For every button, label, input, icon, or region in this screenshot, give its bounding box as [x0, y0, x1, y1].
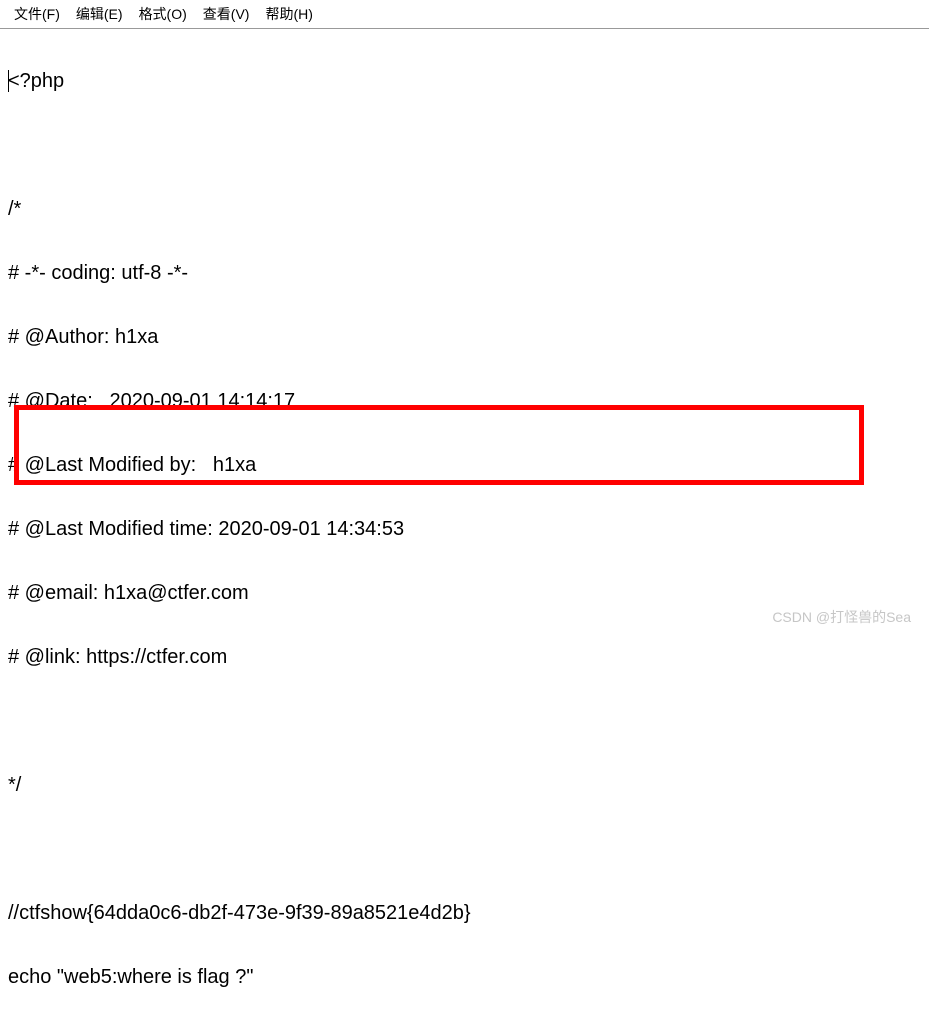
watermark-text: CSDN @打怪兽的Sea: [772, 607, 911, 627]
code-line: # @link: https://ctfer.com: [8, 641, 921, 673]
code-line: # @Author: h1xa: [8, 321, 921, 353]
code-line: # -*- coding: utf-8 -*-: [8, 257, 921, 289]
code-line: [8, 129, 921, 161]
code-text: <?php: [8, 70, 64, 92]
code-line: /*: [8, 193, 921, 225]
code-line: # @email: h1xa@ctfer.com: [8, 577, 921, 609]
code-line: echo "web5:where is flag ?": [8, 961, 921, 993]
code-line: [8, 705, 921, 737]
menu-file[interactable]: 文件(F): [8, 2, 66, 26]
code-line: */: [8, 769, 921, 801]
code-line: <?php: [8, 65, 921, 97]
menu-view[interactable]: 查看(V): [197, 2, 256, 26]
code-line: [8, 833, 921, 865]
menu-help[interactable]: 帮助(H): [259, 2, 318, 26]
code-line: # @Date: 2020-09-01 14:14:17: [8, 385, 921, 417]
menu-format[interactable]: 格式(O): [133, 2, 193, 26]
menubar: 文件(F) 编辑(E) 格式(O) 查看(V) 帮助(H): [0, 0, 929, 29]
menu-edit[interactable]: 编辑(E): [70, 2, 129, 26]
code-line: # @Last Modified time: 2020-09-01 14:34:…: [8, 513, 921, 545]
code-line: # @Last Modified by: h1xa: [8, 449, 921, 481]
text-editor-content[interactable]: <?php /* # -*- coding: utf-8 -*- # @Auth…: [0, 29, 929, 1029]
code-line: //ctfshow{64dda0c6-db2f-473e-9f39-89a852…: [8, 897, 921, 929]
